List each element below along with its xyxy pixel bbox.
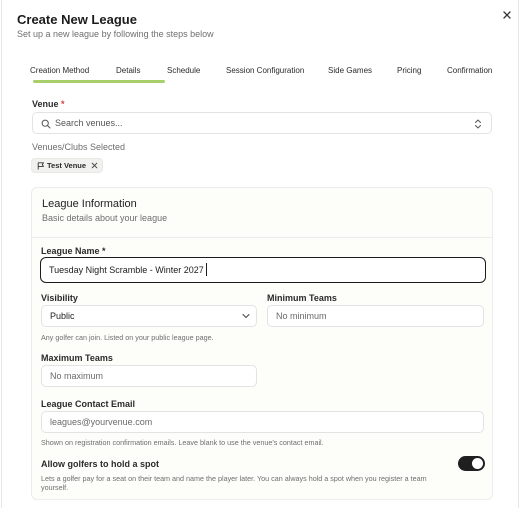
step-session-configuration[interactable]: Session Configuration: [226, 66, 304, 75]
visibility-select[interactable]: Public: [41, 305, 257, 327]
toggle-knob: [472, 458, 483, 469]
contact-email-input[interactable]: [50, 415, 470, 429]
modal-title: Create New League: [17, 12, 137, 27]
min-teams-label: Minimum Teams: [267, 293, 337, 303]
chevron-down-icon: [242, 314, 250, 318]
visibility-value: Public: [50, 311, 75, 321]
step-side-games[interactable]: Side Games: [328, 66, 372, 75]
venue-chip: Test Venue: [31, 158, 103, 173]
min-teams-field[interactable]: [267, 305, 484, 327]
hold-spot-toggle[interactable]: [458, 456, 485, 471]
chevron-up-down-icon: [475, 119, 481, 129]
flag-icon: [37, 162, 44, 170]
step-pricing[interactable]: Pricing: [397, 66, 421, 75]
max-teams-field[interactable]: [41, 365, 257, 387]
venue-search-input[interactable]: [55, 116, 455, 130]
close-button[interactable]: [500, 8, 514, 22]
league-name-label: League Name *: [41, 246, 106, 256]
venue-search[interactable]: [32, 112, 492, 134]
step-details[interactable]: Details: [116, 66, 140, 75]
hold-spot-description-cont: yourself.: [41, 483, 69, 492]
create-league-modal: Create New League Set up a new league by…: [1, 0, 519, 508]
league-name-field[interactable]: [40, 257, 486, 283]
contact-email-field[interactable]: [41, 411, 484, 433]
modal-subtitle: Set up a new league by following the ste…: [17, 29, 214, 39]
hold-spot-label: Allow golfers to hold a spot: [41, 459, 159, 469]
step-confirmation[interactable]: Confirmation: [447, 66, 492, 75]
step-schedule[interactable]: Schedule: [167, 66, 200, 75]
text-caret: [206, 263, 207, 276]
league-info-subtitle: Basic details about your league: [42, 213, 168, 223]
contact-email-label: League Contact Email: [41, 399, 136, 409]
max-teams-input[interactable]: [50, 369, 250, 383]
max-teams-label: Maximum Teams: [41, 353, 113, 363]
contact-email-hint: Shown on registration confirmation email…: [41, 438, 324, 447]
hold-spot-description: Lets a golfer pay for a seat on their te…: [41, 474, 427, 483]
step-creation-method[interactable]: Creation Method: [30, 66, 89, 75]
stepper: Creation Method Details Schedule Session…: [2, 66, 518, 86]
min-teams-input[interactable]: [276, 309, 476, 323]
card-divider: [32, 237, 492, 238]
league-name-input[interactable]: [49, 263, 469, 277]
close-icon: [503, 11, 511, 19]
step-progress-bar: [33, 80, 165, 83]
league-information-card: League Information Basic details about y…: [31, 187, 493, 500]
remove-venue-icon[interactable]: [91, 162, 98, 169]
league-info-title: League Information: [42, 198, 137, 210]
venues-selected-label: Venues/Clubs Selected: [32, 142, 126, 152]
search-icon: [41, 119, 51, 129]
visibility-label: Visibility: [41, 293, 78, 303]
venue-label: Venue *: [32, 99, 65, 109]
visibility-hint: Any golfer can join. Listed on your publ…: [41, 333, 214, 342]
venue-chip-label: Test Venue: [47, 161, 87, 170]
